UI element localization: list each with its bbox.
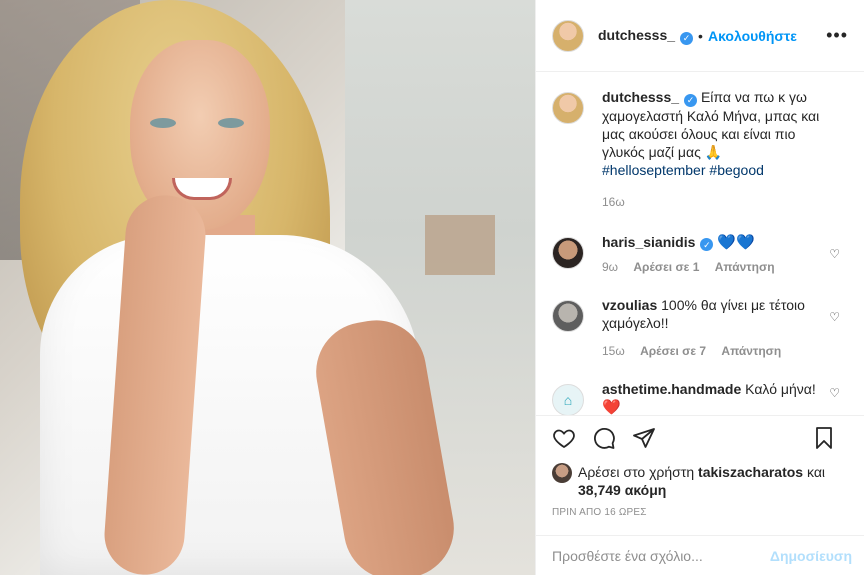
commenter-avatar[interactable] <box>552 299 584 332</box>
reply-button[interactable]: Απάντηση <box>715 260 775 274</box>
separator-dot: • <box>698 27 703 44</box>
post-date[interactable]: ΠΡΙΝ ΑΠΟ 16 ΩΡΕΣ <box>536 499 864 518</box>
heart-icon <box>553 429 575 448</box>
publish-button[interactable]: Δημοσίευση <box>770 548 852 564</box>
share-button[interactable] <box>632 426 660 454</box>
comment-input[interactable]: Προσθέστε ένα σχόλιο... <box>552 548 703 564</box>
hashtag-helloseptember[interactable]: #helloseptember <box>602 162 706 178</box>
verified-badge-icon: ✓ <box>680 31 694 45</box>
likes-prefix: Αρέσει στο χρήστη <box>578 464 695 480</box>
author-username[interactable]: dutchesss_ ✓ <box>598 27 694 45</box>
bookmark-icon <box>816 427 832 449</box>
caption-time[interactable]: 16ω <box>602 195 625 209</box>
comment-item: haris_sianidis ✓ 💙💙 9ω Αρέσει σε 1 Απάντη… <box>552 233 848 276</box>
post-header: dutchesss_ ✓ • Ακολουθήστε ••• <box>536 0 864 72</box>
comment-button[interactable] <box>592 426 620 454</box>
author-avatar[interactable] <box>552 19 584 52</box>
send-icon <box>633 427 655 448</box>
reply-button[interactable]: Απάντηση <box>721 344 781 358</box>
comment-time[interactable]: 15ω <box>602 344 625 358</box>
post-sidebar: dutchesss_ ✓ • Ακολουθήστε ••• dutchesss_… <box>535 0 864 575</box>
likes-connector: και <box>806 464 826 480</box>
comment-text: Καλό μήνα! <box>745 380 816 397</box>
like-comment-heart-icon[interactable]: ♡ <box>829 310 840 324</box>
commenter-username[interactable]: asthetime.handmade <box>602 381 741 397</box>
more-options-icon[interactable]: ••• <box>826 26 848 44</box>
hashtag-begood[interactable]: #begood <box>709 162 764 178</box>
comment-time[interactable]: 9ω <box>602 260 618 274</box>
verified-badge-icon: ✓ <box>684 93 698 107</box>
action-bar <box>536 415 864 455</box>
comment-likes[interactable]: Αρέσει σε 1 <box>633 260 699 274</box>
commenter-avatar[interactable]: ⌂ <box>552 383 584 415</box>
instagram-post: dutchesss_ ✓ • Ακολουθήστε ••• dutchesss_… <box>0 0 864 575</box>
likes-count[interactable]: 38,749 ακόμη <box>578 482 666 498</box>
comment-icon <box>594 427 615 449</box>
comment-likes[interactable]: Αρέσει σε 7 <box>640 344 706 358</box>
liker-username[interactable]: takiszacharatos <box>698 464 803 480</box>
commenter-avatar[interactable] <box>552 236 584 269</box>
background-box <box>425 215 495 275</box>
like-comment-heart-icon[interactable]: ♡ <box>829 247 840 261</box>
add-comment-bar: Προσθέστε ένα σχόλιο... Δημοσίευση <box>536 535 864 575</box>
left-eye <box>150 118 176 128</box>
like-button[interactable] <box>552 426 580 454</box>
author-avatar[interactable] <box>552 92 584 124</box>
like-comment-heart-icon[interactable]: ♡ <box>829 386 840 400</box>
commenter-username[interactable]: vzoulias <box>602 297 657 313</box>
commenter-username[interactable]: haris_sianidis <box>602 234 695 250</box>
follow-button[interactable]: Ακολουθήστε <box>708 28 797 44</box>
verified-badge-icon: ✓ <box>700 238 714 251</box>
likes-summary: Αρέσει στο χρήστη takiszacharatos και 38… <box>536 455 864 499</box>
post-photo[interactable] <box>0 0 535 575</box>
comment-item: ⌂ asthetime.handmade Καλό μήνα! ❤️ ♡ <box>552 380 848 416</box>
comments-list[interactable]: dutchesss_ ✓ Είπα να πω κ γω χαμογελαστή … <box>536 72 864 415</box>
caption-username[interactable]: dutchesss_ <box>602 89 679 105</box>
red-heart-emoji: ❤️ <box>602 398 621 416</box>
liker-avatar[interactable] <box>552 463 572 483</box>
comment-item: vzoulias 100% θα γίνει με τέτοιο χαμόγελ… <box>552 296 848 360</box>
blue-heart-emoji: 💙💙 <box>717 233 755 251</box>
save-button[interactable] <box>812 426 840 454</box>
caption: dutchesss_ ✓ Είπα να πω κ γω χαμογελαστή … <box>552 88 848 211</box>
right-eye <box>218 118 244 128</box>
